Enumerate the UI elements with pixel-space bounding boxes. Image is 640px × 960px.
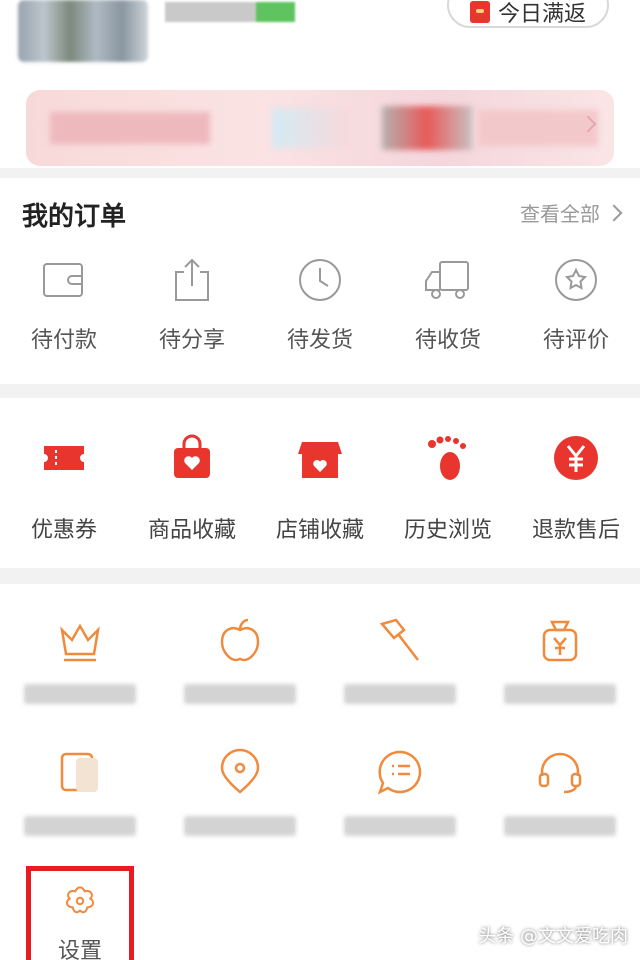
store-heart-icon (298, 442, 342, 478)
watermark-text: 头条 @文文爱吃肉 (478, 926, 628, 947)
product-favorites-entry[interactable]: 商品收藏 (128, 434, 256, 544)
location-pin-icon (220, 748, 260, 794)
order-pending-review[interactable]: 待评价 (512, 256, 640, 354)
coupons-entry[interactable]: 优惠券 (0, 434, 128, 544)
chat-bubble-icon (377, 750, 422, 795)
banner-blur-2 (272, 108, 352, 148)
chevron-right-icon (605, 204, 623, 221)
card-icon (60, 752, 98, 792)
blurred-label (344, 816, 456, 836)
red-packet-icon (469, 1, 490, 23)
quick-item-label: 商品收藏 (147, 518, 236, 543)
order-pending-shipment[interactable]: 待发货 (256, 256, 384, 354)
settings-label: 设置 (57, 939, 102, 960)
quick-item-label: 历史浏览 (403, 518, 492, 543)
order-pending-payment[interactable]: 待付款 (0, 256, 128, 354)
money-bag-icon (542, 620, 578, 662)
today-rebate-label: 今日满返 (497, 2, 586, 27)
view-all-orders-link[interactable]: 查看全部 (520, 198, 623, 227)
blurred-label (504, 816, 616, 836)
quick-item-label: 店铺收藏 (275, 518, 364, 543)
avatar[interactable] (18, 0, 148, 62)
clock-icon (299, 259, 341, 301)
orders-title: 我的订单 (22, 202, 127, 232)
axe-icon (379, 618, 419, 661)
blurred-label (24, 816, 136, 836)
tool-entry[interactable] (160, 616, 320, 704)
order-item-label: 待发货 (286, 328, 353, 353)
blurred-label (184, 816, 296, 836)
review-star-icon (555, 259, 597, 301)
blurred-label (504, 684, 616, 704)
order-pending-receipt[interactable]: 待收货 (384, 256, 512, 354)
username-blurred (165, 2, 295, 22)
tool-entry[interactable] (320, 748, 480, 836)
yuan-icon (554, 436, 598, 480)
headset-icon (538, 752, 582, 794)
blurred-label (184, 684, 296, 704)
banner-blur-4 (478, 110, 598, 146)
apple-icon (220, 618, 260, 662)
settings-entry[interactable]: 设置 (26, 866, 134, 960)
promo-banner[interactable] (26, 90, 614, 166)
tool-entry[interactable] (480, 616, 640, 704)
tool-entry[interactable] (0, 748, 160, 836)
order-item-label: 待分享 (158, 328, 225, 353)
tools-grid (0, 584, 640, 854)
my-orders-section: 我的订单 查看全部 待付款 待分享 待发货 待收货 待评价 (0, 178, 640, 384)
blurred-label (24, 684, 136, 704)
quick-item-label: 退款售后 (531, 518, 620, 543)
truck-icon (425, 261, 469, 299)
order-pending-share[interactable]: 待分享 (128, 256, 256, 354)
banner-blur-1 (50, 112, 210, 144)
tool-entry[interactable] (320, 616, 480, 704)
blurred-label (344, 684, 456, 704)
gear-flower-icon (66, 886, 94, 914)
view-all-label: 查看全部 (520, 202, 600, 226)
divider (0, 168, 640, 178)
quick-shortcuts-section: 优惠券 商品收藏 店铺收藏 历史浏览 退款售后 (0, 398, 640, 568)
tool-entry[interactable] (0, 616, 160, 704)
footprint-icon (428, 436, 466, 480)
coupon-icon (44, 446, 84, 470)
refunds-aftersales-entry[interactable]: 退款售后 (512, 434, 640, 544)
bag-heart-icon (174, 434, 210, 478)
crown-icon (60, 623, 100, 662)
banner-blur-3 (382, 106, 472, 150)
divider (0, 568, 640, 584)
tool-entry[interactable] (480, 748, 640, 836)
order-item-label: 待收货 (414, 328, 481, 353)
store-favorites-entry[interactable]: 店铺收藏 (256, 434, 384, 544)
order-item-label: 待付款 (30, 328, 97, 353)
browsing-history-entry[interactable]: 历史浏览 (384, 434, 512, 544)
share-icon (175, 258, 209, 301)
profile-header: 今日满返 (0, 0, 640, 80)
wallet-icon (43, 263, 83, 297)
order-item-label: 待评价 (542, 328, 609, 353)
today-rebate-button[interactable]: 今日满返 (447, 0, 609, 28)
quick-item-label: 优惠券 (30, 518, 97, 543)
tool-entry[interactable] (160, 748, 320, 836)
divider (0, 384, 640, 398)
